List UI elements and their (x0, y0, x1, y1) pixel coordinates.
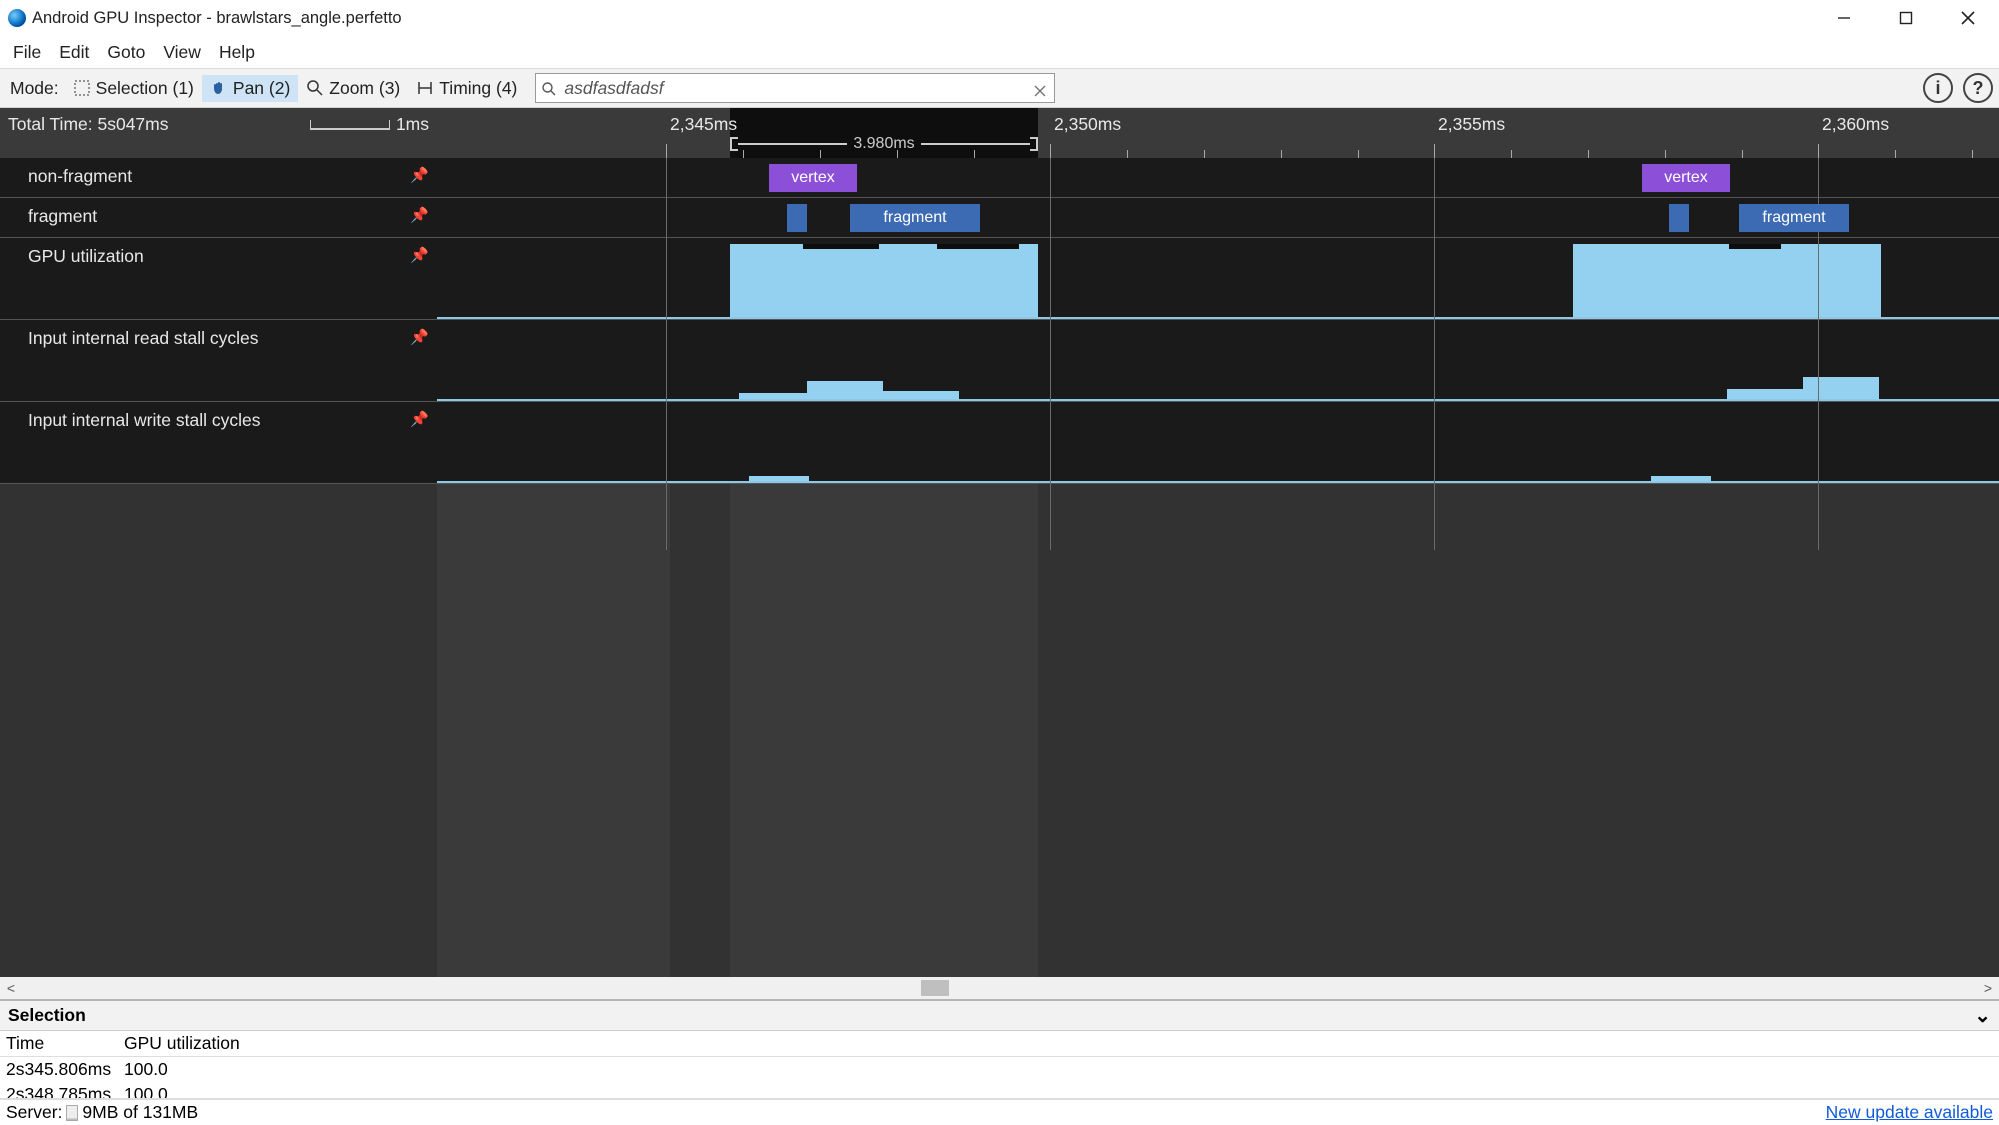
cell-value: 100.0 (118, 1057, 258, 1082)
minimize-button[interactable] (1813, 0, 1875, 36)
track-label-non-fragment: non-fragment (0, 158, 437, 197)
mode-selection[interactable]: Selection (1) (65, 75, 202, 102)
memory-gauge-icon (66, 1105, 78, 1121)
close-button[interactable] (1937, 0, 1999, 36)
selection-table: Time GPU utilization 2s345.806ms 100.0 2… (0, 1031, 1999, 1099)
pin-icon[interactable]: 📌 (410, 410, 429, 428)
window-title: Android GPU Inspector - brawlstars_angle… (32, 9, 402, 28)
track-label-gpu-util: GPU utilization (0, 238, 437, 319)
update-link[interactable]: New update available (1826, 1102, 1993, 1123)
tracks-area[interactable]: non-fragment 📌 vertex vertex fragment 📌 … (0, 158, 1999, 977)
menu-view[interactable]: View (154, 38, 210, 67)
event-fragment[interactable]: fragment (1739, 204, 1849, 232)
help-button[interactable]: ? (1963, 73, 1993, 103)
selection-title: Selection (8, 1005, 86, 1026)
track-gpu-utilization[interactable]: GPU utilization 📌 (0, 238, 1999, 320)
mode-timing[interactable]: Timing (4) (408, 75, 525, 102)
timeline-scrollbar[interactable]: < > (0, 977, 1999, 999)
track-label-read-stall: Input internal read stall cycles (0, 320, 437, 401)
status-bar: Server: 9MB of 131MB New update availabl… (0, 1099, 1999, 1125)
track-fragment[interactable]: fragment 📌 fragment fragment (0, 198, 1999, 238)
hand-icon (210, 79, 228, 97)
help-icon: ? (1973, 78, 1984, 99)
track-read-stall[interactable]: Input internal read stall cycles 📌 (0, 320, 1999, 402)
event-vertex[interactable]: vertex (769, 164, 857, 192)
mode-pan[interactable]: Pan (2) (202, 75, 298, 102)
search-icon (542, 80, 558, 96)
pin-icon[interactable]: 📌 (410, 328, 429, 346)
event-fragment[interactable]: fragment (850, 204, 980, 232)
mode-pan-label: Pan (2) (233, 78, 290, 99)
table-row[interactable]: 2s348.785ms 100.0 (0, 1082, 1999, 1099)
timeline[interactable]: Total Time: 5s047ms 1ms 2,345ms 2,350ms … (0, 108, 1999, 977)
selection-icon (73, 79, 91, 97)
app-icon (8, 9, 26, 27)
timeline-empty-area[interactable] (0, 484, 1999, 977)
maximize-button[interactable] (1875, 0, 1937, 36)
scroll-left-icon[interactable]: < (0, 980, 22, 996)
track-label-write-stall: Input internal write stall cycles (0, 402, 437, 483)
info-icon: i (1935, 78, 1940, 99)
table-row[interactable]: 2s345.806ms 100.0 (0, 1057, 1999, 1082)
cell-time: 2s345.806ms (0, 1057, 118, 1082)
timing-icon (416, 79, 434, 97)
event-fragment-small[interactable] (787, 204, 807, 232)
scroll-right-icon[interactable]: > (1977, 980, 1999, 996)
pin-icon[interactable]: 📌 (410, 166, 429, 184)
table-header-row: Time GPU utilization (0, 1031, 1999, 1057)
pin-icon[interactable]: 📌 (410, 246, 429, 264)
ruler-tick-0: 2,345ms (670, 114, 737, 135)
menu-goto[interactable]: Goto (98, 38, 154, 67)
zoom-icon (306, 79, 324, 97)
toolbar: Mode: Selection (1) Pan (2) Zoom (3) Tim… (0, 69, 1999, 108)
info-button[interactable]: i (1923, 73, 1953, 103)
mode-label: Mode: (6, 78, 65, 99)
cell-time: 2s348.785ms (0, 1082, 118, 1099)
mode-timing-label: Timing (4) (439, 78, 517, 99)
clear-search-icon[interactable] (1034, 81, 1048, 95)
mode-zoom[interactable]: Zoom (3) (298, 75, 408, 102)
selection-panel: Selection ⌄ Time GPU utilization 2s345.8… (0, 999, 1999, 1099)
track-write-stall[interactable]: Input internal write stall cycles 📌 (0, 402, 1999, 484)
mode-selection-label: Selection (1) (96, 78, 194, 99)
column-value[interactable]: GPU utilization (118, 1031, 258, 1056)
timeline-ruler[interactable]: Total Time: 5s047ms 1ms 2,345ms 2,350ms … (0, 108, 1999, 158)
server-label: Server: (6, 1102, 62, 1123)
chevron-down-icon[interactable]: ⌄ (1974, 1003, 1991, 1028)
search-box[interactable] (535, 73, 1055, 103)
menu-edit[interactable]: Edit (50, 38, 98, 67)
column-time[interactable]: Time (0, 1031, 118, 1056)
titlebar: Android GPU Inspector - brawlstars_angle… (0, 0, 1999, 36)
cell-value: 100.0 (118, 1082, 258, 1099)
menu-file[interactable]: File (4, 38, 50, 67)
memory-text: 9MB of 131MB (82, 1102, 198, 1123)
scale-label: 1ms (396, 114, 429, 134)
selection-header[interactable]: Selection ⌄ (0, 1001, 1999, 1031)
event-vertex[interactable]: vertex (1642, 164, 1730, 192)
scrollbar-thumb[interactable] (921, 980, 949, 996)
menubar: File Edit Goto View Help (0, 36, 1999, 69)
ruler-tick-2: 2,355ms (1438, 114, 1505, 135)
event-fragment-small[interactable] (1669, 204, 1689, 232)
search-input[interactable] (558, 78, 1034, 99)
menu-help[interactable]: Help (210, 38, 264, 67)
pin-icon[interactable]: 📌 (410, 206, 429, 224)
track-non-fragment[interactable]: non-fragment 📌 vertex vertex (0, 158, 1999, 198)
ruler-tick-3: 2,360ms (1822, 114, 1889, 135)
ruler-tick-1: 2,350ms (1054, 114, 1121, 135)
total-time-label: Total Time: 5s047ms (8, 114, 168, 135)
track-label-fragment: fragment (0, 198, 437, 237)
mode-zoom-label: Zoom (3) (329, 78, 400, 99)
scale-indicator: 1ms (310, 114, 429, 135)
